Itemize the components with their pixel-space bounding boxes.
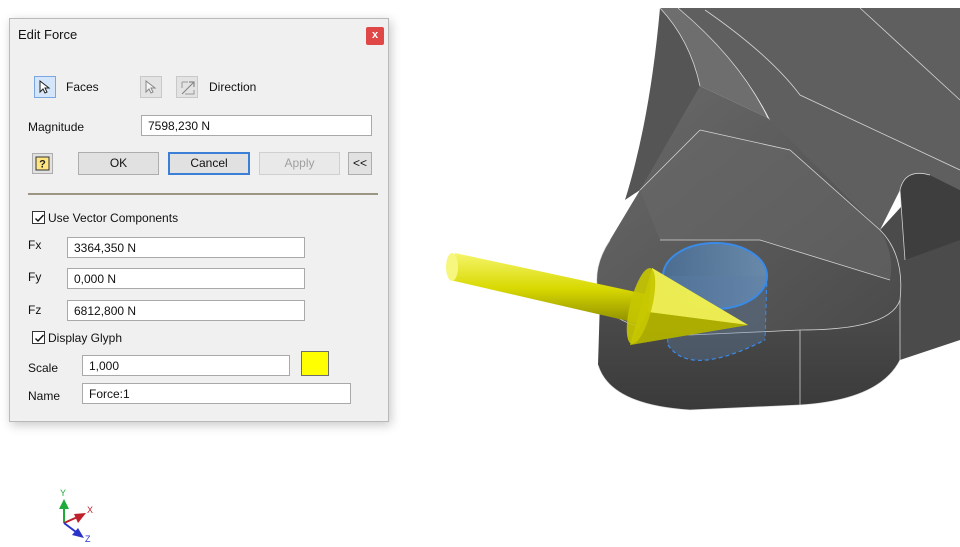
fy-input[interactable] xyxy=(67,268,305,289)
fz-label: Fz xyxy=(28,303,42,317)
direction-select-button[interactable] xyxy=(140,76,162,98)
faces-label: Faces xyxy=(66,80,99,94)
cancel-button[interactable]: Cancel xyxy=(168,152,250,175)
help-icon: ? xyxy=(35,156,50,171)
use-vector-components-label: Use Vector Components xyxy=(48,211,179,225)
fz-input[interactable] xyxy=(67,300,305,321)
triad-x-axis: X xyxy=(63,505,93,524)
fx-label: Fx xyxy=(28,238,42,252)
select-arrow-icon xyxy=(39,80,51,94)
collapse-button[interactable]: << xyxy=(348,152,372,175)
direction-label: Direction xyxy=(209,80,257,94)
display-glyph-checkbox[interactable] xyxy=(32,331,45,344)
graphics-canvas[interactable]: Edit Force x Faces Direction Magnitude 7… xyxy=(0,0,960,547)
edit-force-dialog: Edit Force x Faces Direction Magnitude 7… xyxy=(9,18,389,422)
scale-input[interactable] xyxy=(82,355,290,376)
coordinate-triad[interactable]: Y X Z xyxy=(48,487,98,543)
use-vector-components-checkbox[interactable] xyxy=(32,211,45,224)
svg-text:?: ? xyxy=(39,159,46,171)
magnitude-label: Magnitude xyxy=(28,120,85,134)
close-button[interactable]: x xyxy=(366,27,384,45)
scale-label: Scale xyxy=(28,361,59,375)
dialog-titlebar[interactable]: Edit Force x xyxy=(10,19,388,51)
flip-direction-icon xyxy=(181,81,195,95)
checkmark-icon xyxy=(35,214,45,223)
triad-y-axis: Y xyxy=(59,488,69,523)
triad-z-axis: Z xyxy=(63,522,91,543)
fx-input[interactable] xyxy=(67,237,305,258)
flip-direction-button[interactable] xyxy=(176,76,198,98)
display-glyph-label: Display Glyph xyxy=(48,331,123,345)
select-arrow-icon xyxy=(145,80,157,94)
triad-x-label: X xyxy=(87,505,93,515)
help-button[interactable]: ? xyxy=(32,153,53,174)
dialog-title: Edit Force xyxy=(18,27,78,42)
apply-button[interactable]: Apply xyxy=(259,152,340,175)
separator xyxy=(28,193,378,195)
magnitude-input[interactable] xyxy=(141,115,372,136)
faces-select-button[interactable] xyxy=(34,76,56,98)
name-input[interactable] xyxy=(82,383,351,404)
name-label: Name xyxy=(28,389,61,403)
glyph-color-swatch[interactable] xyxy=(301,351,329,376)
part-body[interactable] xyxy=(596,7,960,411)
triad-z-label: Z xyxy=(85,534,91,543)
checkmark-icon xyxy=(35,334,45,343)
ok-button[interactable]: OK xyxy=(78,152,159,175)
triad-y-label: Y xyxy=(60,488,66,498)
fy-label: Fy xyxy=(28,270,42,284)
